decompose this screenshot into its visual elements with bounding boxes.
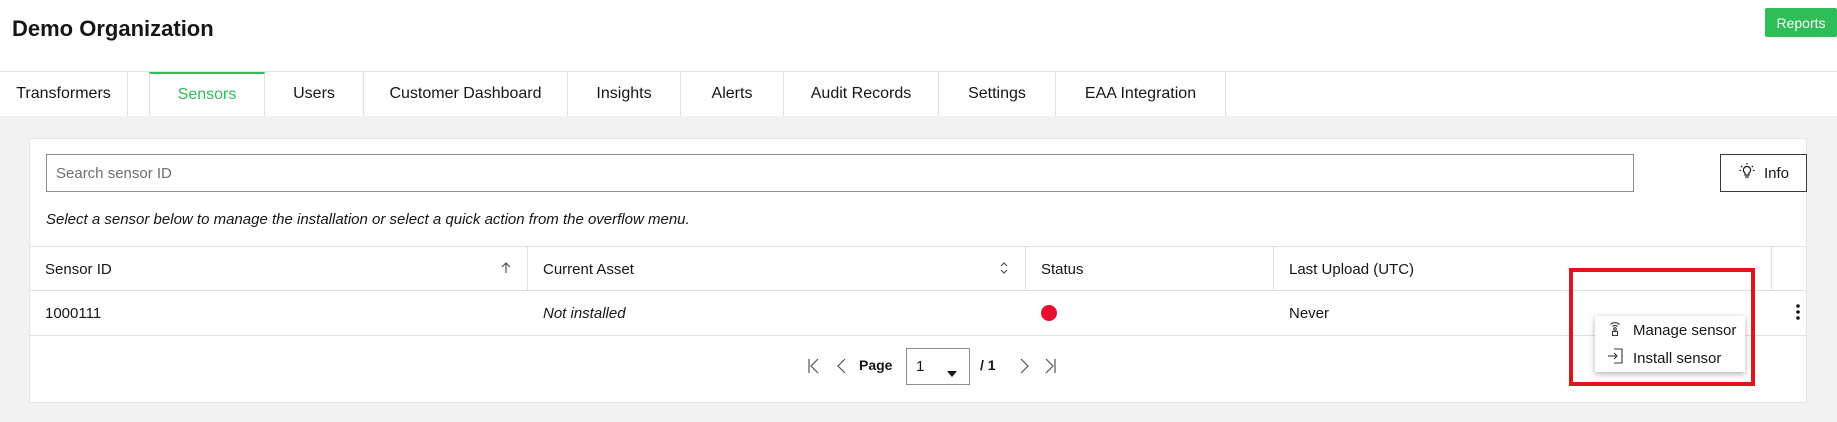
search-input[interactable] xyxy=(46,154,1634,192)
install-icon xyxy=(1606,347,1624,369)
menu-item-label: Install sensor xyxy=(1633,349,1722,367)
menu-item-label: Manage sensor xyxy=(1633,321,1737,339)
pagination: Page 1 / 1 xyxy=(30,336,1806,396)
arrow-up-icon xyxy=(499,261,513,275)
tab-sensors[interactable]: Sensors xyxy=(149,72,265,117)
lightbulb-icon xyxy=(1738,162,1756,184)
last-page-icon[interactable] xyxy=(1042,356,1058,376)
cell-current-asset: Not installed xyxy=(543,304,626,322)
column-header-last-upload: Last Upload (UTC) xyxy=(1274,247,1772,291)
hint-text: Select a sensor below to manage the inst… xyxy=(46,211,690,228)
caret-down-icon xyxy=(947,364,957,381)
tab-bar: Transformers Sensors Users Customer Dash… xyxy=(0,71,1837,117)
tab-settings[interactable]: Settings xyxy=(939,72,1056,117)
tab-customer-dashboard[interactable]: Customer Dashboard xyxy=(364,72,568,117)
page-select-value: 1 xyxy=(916,358,925,375)
column-header-status: Status xyxy=(1026,247,1274,291)
column-header-current-asset[interactable]: Current Asset xyxy=(528,247,1026,291)
column-label: Current Asset xyxy=(543,260,634,278)
reports-button[interactable]: Reports xyxy=(1765,8,1837,37)
page-select[interactable]: 1 xyxy=(906,348,970,385)
info-button-label: Info xyxy=(1763,164,1790,182)
overflow-menu: Manage sensor Install sensor xyxy=(1595,316,1745,372)
tab-transformers[interactable]: Transformers xyxy=(0,72,128,117)
page-label: Page xyxy=(859,357,893,373)
column-label: Sensor ID xyxy=(45,260,112,278)
cell-sensor-id: 1000111 xyxy=(45,304,102,322)
tab-audit-records[interactable]: Audit Records xyxy=(784,72,939,117)
info-button[interactable]: Info xyxy=(1720,154,1807,192)
column-label: Last Upload (UTC) xyxy=(1289,260,1415,278)
tab-users[interactable]: Users xyxy=(265,72,364,117)
menu-item-manage-sensor[interactable]: Manage sensor xyxy=(1595,316,1745,344)
next-page-icon[interactable] xyxy=(1016,356,1032,376)
table-row[interactable]: 1000111 Not installed Never xyxy=(30,291,1806,336)
status-dot-icon xyxy=(1041,305,1057,321)
page-total: / 1 xyxy=(980,357,996,373)
first-page-icon[interactable] xyxy=(806,356,822,376)
page-title: Demo Organization xyxy=(12,16,214,41)
tab-insights[interactable]: Insights xyxy=(568,72,681,117)
tab-eaa-integration[interactable]: EAA Integration xyxy=(1056,72,1226,117)
previous-page-icon[interactable] xyxy=(834,356,850,376)
tab-alerts[interactable]: Alerts xyxy=(681,72,784,117)
menu-item-install-sensor[interactable]: Install sensor xyxy=(1595,344,1745,372)
sensor-signal-icon xyxy=(1606,319,1624,341)
table-header: Sensor ID Current Asset Status Last Uplo… xyxy=(30,246,1806,291)
page-header: Demo Organization Reports xyxy=(0,0,1837,72)
cell-status xyxy=(1026,291,1274,335)
overflow-menu-icon[interactable] xyxy=(1795,303,1801,321)
column-header-sensor-id[interactable]: Sensor ID xyxy=(30,247,528,291)
column-label: Status xyxy=(1041,260,1084,278)
sort-icon xyxy=(997,261,1011,275)
sensors-card: Info Select a sensor below to manage the… xyxy=(29,138,1807,403)
